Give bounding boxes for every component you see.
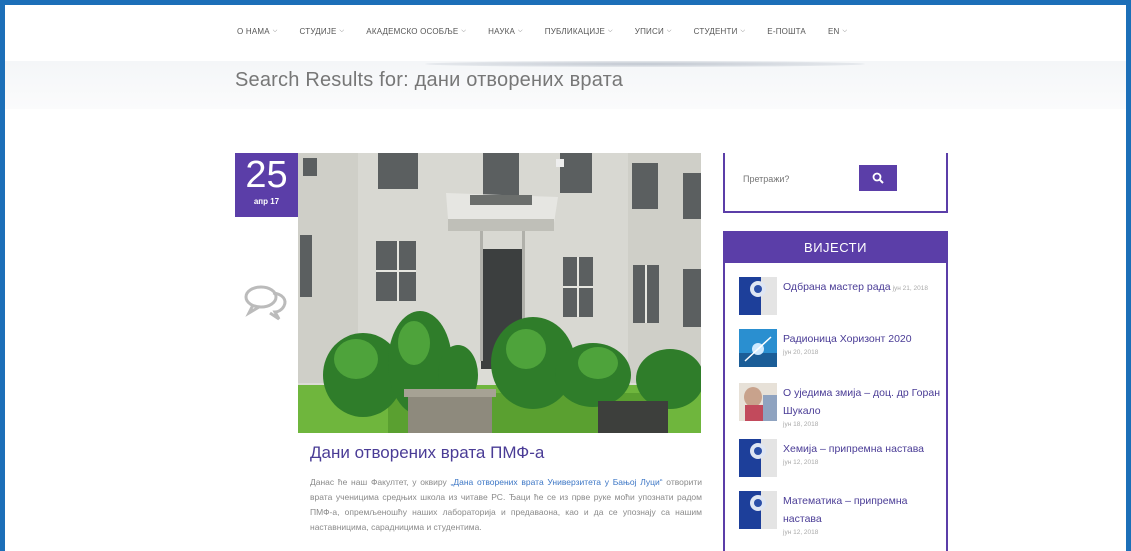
news-item-date: јун 12, 2018 <box>783 459 819 466</box>
post-date-badge: 25 апр 17 <box>235 153 298 217</box>
news-item-date: јун 12, 2018 <box>783 529 819 536</box>
news-item-title[interactable]: Радионица Хоризонт 2020 <box>783 333 912 345</box>
nav-item-language[interactable]: EN ⌵ <box>828 27 847 36</box>
news-thumbnail[interactable] <box>739 329 777 367</box>
nav-item-students[interactable]: СТУДЕНТИ ⌵ <box>694 27 746 36</box>
news-item-title[interactable]: Одбрана мастер рада <box>783 281 891 293</box>
news-item-title[interactable]: О уједима змија – доц. др Горан Шукало <box>783 387 940 417</box>
chevron-down-icon: ⌵ <box>518 28 523 34</box>
news-item-date: јун 18, 2018 <box>783 421 819 428</box>
nav-item-publications[interactable]: ПУБЛИКАЦИЈЕ ⌵ <box>545 27 613 36</box>
page-title: Search Results for: дани отворених врата <box>235 69 624 91</box>
nav-item-science[interactable]: НАУКА ⌵ <box>488 27 523 36</box>
news-item-date: јун 20, 2018 <box>783 349 819 356</box>
chevron-down-icon: ⌵ <box>272 28 278 34</box>
chevron-down-icon: ⌵ <box>339 28 345 34</box>
comment-icon[interactable] <box>243 281 289 321</box>
main-nav: О НАМА ⌵ СТУДИЈЕ ⌵ АКАДЕМСКО ОСОБЉЕ ⌵ НАУКА… <box>237 27 869 36</box>
chevron-down-icon: ⌵ <box>842 28 848 34</box>
chevron-down-icon: ⌵ <box>461 28 467 34</box>
chevron-down-icon: ⌵ <box>740 28 746 34</box>
post-featured-image[interactable] <box>298 153 701 433</box>
nav-item-academic-staff[interactable]: АКАДЕМСКО ОСОБЉЕ ⌵ <box>366 27 466 36</box>
news-item-title[interactable]: Хемија – припремна настава <box>783 443 924 455</box>
news-item-date: јун 21, 2018 <box>892 285 928 292</box>
search-icon <box>872 172 884 184</box>
nav-item-enrollment[interactable]: УПИСИ ⌵ <box>635 27 672 36</box>
news-thumbnail[interactable] <box>739 491 777 529</box>
post-date-day: 25 <box>245 154 288 196</box>
chevron-down-icon: ⌵ <box>608 28 613 34</box>
browser-frame: О НАМА ⌵ СТУДИЈЕ ⌵ АКАДЕМСКО ОСОБЉЕ ⌵ НАУКА… <box>0 0 1131 551</box>
news-widget-title: ВИЈЕСТИ <box>725 233 946 263</box>
nav-item-about[interactable]: О НАМА ⌵ <box>237 27 278 36</box>
search-input[interactable] <box>743 167 861 191</box>
post-title-link[interactable]: Дани отворених врата ПМФ-а <box>310 443 544 463</box>
news-widget: ВИЈЕСТИ Одбрана мастер рада јун 21, 2018 … <box>723 231 948 551</box>
post-date-month: апр 17 <box>253 197 280 206</box>
news-thumbnail[interactable] <box>739 439 777 477</box>
chevron-down-icon: ⌵ <box>666 28 672 34</box>
search-widget <box>723 153 948 213</box>
nav-item-studies[interactable]: СТУДИЈЕ ⌵ <box>300 27 345 36</box>
nav-item-email[interactable]: Е-ПОШТА <box>767 27 806 36</box>
open-days-link[interactable]: „Дана отворених врата Универзитета у Бањ… <box>451 477 663 487</box>
news-thumbnail[interactable] <box>739 383 777 421</box>
news-item-title[interactable]: Математика – припремна настава <box>783 495 907 525</box>
search-button[interactable] <box>859 165 897 191</box>
news-thumbnail[interactable] <box>739 277 777 315</box>
post-excerpt: Данас ће наш Факултет, у оквиру „Дана от… <box>310 477 702 532</box>
